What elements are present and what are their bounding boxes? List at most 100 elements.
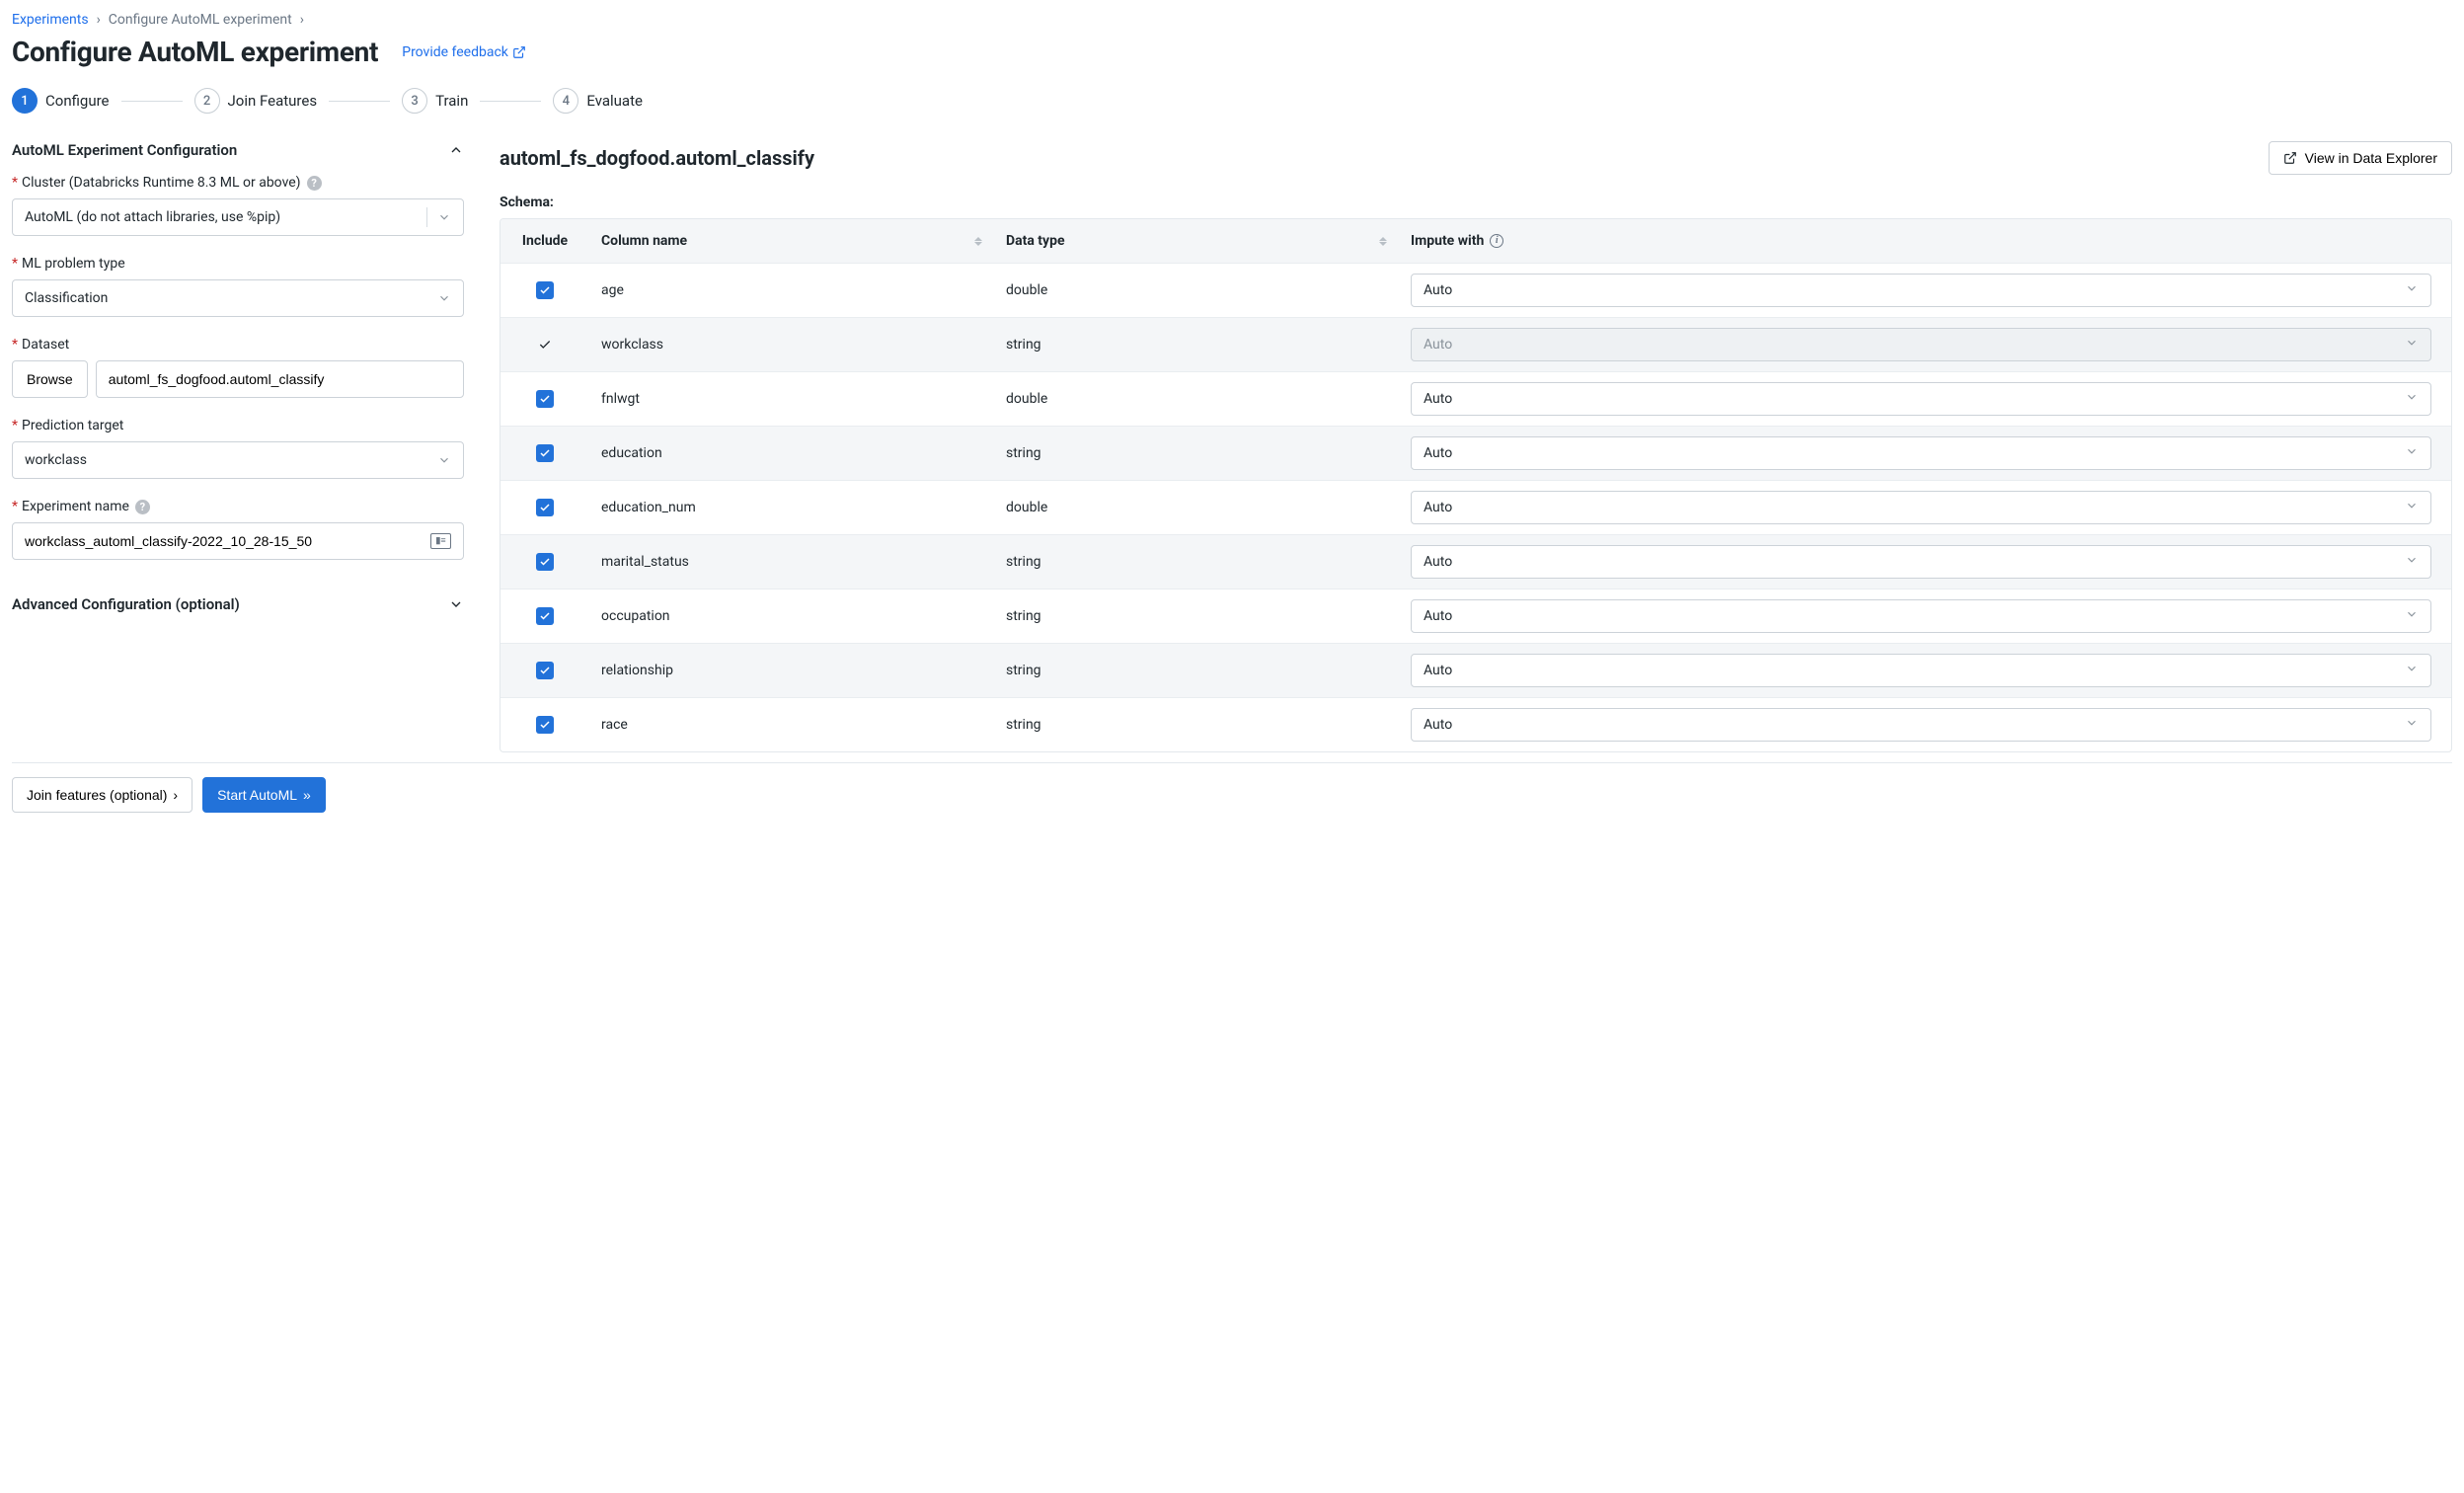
cell-column-name: occupation xyxy=(589,598,994,634)
step-label: Train xyxy=(435,92,468,110)
dataset-label: Dataset xyxy=(22,337,69,353)
cell-column-name: fnlwgt xyxy=(589,381,994,417)
cell-data-type: string xyxy=(994,327,1399,362)
cell-data-type: string xyxy=(994,598,1399,634)
th-data-type[interactable]: Data type xyxy=(994,219,1399,263)
include-checkbox[interactable] xyxy=(536,662,554,679)
browse-button[interactable]: Browse xyxy=(12,360,88,398)
cell-column-name: marital_status xyxy=(589,544,994,580)
cell-impute: Auto xyxy=(1399,644,2451,697)
cell-include xyxy=(500,706,589,744)
dataset-input-text[interactable] xyxy=(109,371,451,387)
breadcrumb-root[interactable]: Experiments xyxy=(12,12,89,28)
impute-value: Auto xyxy=(1424,337,1452,353)
cell-impute: Auto xyxy=(1399,318,2451,371)
advanced-section-header[interactable]: Advanced Configuration (optional) xyxy=(12,595,464,613)
chevron-down-icon xyxy=(437,291,451,305)
chevron-down-icon xyxy=(2405,716,2419,734)
target-value: workclass xyxy=(25,452,87,468)
cell-column-name: education xyxy=(589,435,994,471)
include-checkbox[interactable] xyxy=(536,281,554,299)
step-train[interactable]: 3 Train xyxy=(402,88,468,114)
page-title: Configure AutoML experiment xyxy=(12,36,378,68)
footer: Join features (optional) › Start AutoML … xyxy=(12,762,2452,826)
impute-select[interactable]: Auto xyxy=(1411,545,2431,579)
step-divider xyxy=(121,101,183,102)
step-number: 3 xyxy=(402,88,427,114)
start-automl-button[interactable]: Start AutoML » xyxy=(202,777,326,813)
chevron-down-icon xyxy=(2405,390,2419,408)
chevron-right-icon: › xyxy=(97,12,101,28)
provide-feedback-link[interactable]: Provide feedback xyxy=(402,44,526,60)
title-row: Configure AutoML experiment Provide feed… xyxy=(12,36,2452,68)
table-row: workclassstring Auto xyxy=(500,317,2451,371)
table-row: agedoubleAuto xyxy=(500,263,2451,317)
config-section-header[interactable]: AutoML Experiment Configuration xyxy=(12,141,464,159)
include-checkbox[interactable] xyxy=(536,390,554,408)
include-checkbox[interactable] xyxy=(536,607,554,625)
cell-impute: Auto xyxy=(1399,589,2451,643)
impute-select[interactable]: Auto xyxy=(1411,708,2431,742)
cell-include xyxy=(500,434,589,472)
step-evaluate[interactable]: 4Evaluate xyxy=(553,88,643,114)
step-label: Evaluate xyxy=(586,92,643,110)
chevron-right-icon: › xyxy=(173,787,178,803)
step-configure[interactable]: 1Configure xyxy=(12,88,110,114)
cell-data-type: string xyxy=(994,653,1399,688)
breadcrumb-current: Configure AutoML experiment xyxy=(109,12,292,28)
impute-select[interactable]: Auto xyxy=(1411,599,2431,633)
experiment-name-input[interactable]: ▮≡ xyxy=(12,522,464,560)
impute-select[interactable]: Auto xyxy=(1411,382,2431,416)
impute-value: Auto xyxy=(1424,282,1452,298)
impute-select[interactable]: Auto xyxy=(1411,436,2431,470)
problem-type-select[interactable]: Classification xyxy=(12,279,464,317)
cell-data-type: double xyxy=(994,381,1399,417)
cell-include xyxy=(500,489,589,526)
chevron-down-icon xyxy=(2405,499,2419,516)
cell-data-type: string xyxy=(994,707,1399,743)
help-icon[interactable]: ? xyxy=(135,500,150,514)
cluster-field: *Cluster (Databricks Runtime 8.3 ML or a… xyxy=(12,175,464,236)
id-card-icon: ▮≡ xyxy=(430,533,451,549)
target-label: Prediction target xyxy=(22,418,123,433)
feedback-label: Provide feedback xyxy=(402,44,508,60)
impute-value: Auto xyxy=(1424,663,1452,678)
impute-value: Auto xyxy=(1424,500,1452,515)
cell-impute: Auto xyxy=(1399,481,2451,534)
cell-data-type: double xyxy=(994,273,1399,308)
th-column-name[interactable]: Column name xyxy=(589,219,994,263)
dataset-title: automl_fs_dogfood.automl_classify xyxy=(500,146,814,170)
join-features-button[interactable]: Join features (optional) › xyxy=(12,777,192,813)
cell-data-type: double xyxy=(994,490,1399,525)
cluster-select[interactable]: AutoML (do not attach libraries, use %pi… xyxy=(12,198,464,236)
include-checkbox[interactable] xyxy=(536,444,554,462)
table-row: educationstringAuto xyxy=(500,426,2451,480)
step-join-features[interactable]: 2Join Features xyxy=(194,88,318,114)
impute-select[interactable]: Auto xyxy=(1411,654,2431,687)
table-header-row: Include Column name Data type Impute wit… xyxy=(500,219,2451,263)
left-panel: AutoML Experiment Configuration *Cluster… xyxy=(12,141,464,629)
chevron-down-icon xyxy=(2405,444,2419,462)
help-icon[interactable]: ? xyxy=(307,176,322,191)
impute-select[interactable]: Auto xyxy=(1411,491,2431,524)
experiment-name-text[interactable] xyxy=(25,533,430,549)
target-checkmark-icon xyxy=(536,336,554,354)
chevron-up-icon xyxy=(448,142,464,158)
right-panel: automl_fs_dogfood.automl_classify View i… xyxy=(500,141,2452,752)
table-row: fnlwgtdouble Auto xyxy=(500,371,2451,426)
table-body: agedoubleAutoworkclassstringAutofnlwgtdo… xyxy=(500,263,2451,751)
include-checkbox[interactable] xyxy=(536,553,554,571)
table-row: racestringAuto xyxy=(500,697,2451,751)
info-icon[interactable]: i xyxy=(1490,234,1503,248)
chevron-down-icon xyxy=(2405,607,2419,625)
include-checkbox[interactable] xyxy=(536,499,554,516)
dataset-input[interactable] xyxy=(96,360,464,398)
chevron-down-icon xyxy=(2405,336,2419,354)
impute-select[interactable]: Auto xyxy=(1411,274,2431,307)
target-select[interactable]: workclass xyxy=(12,441,464,479)
experiment-name-label: Experiment name xyxy=(22,499,129,514)
cell-column-name: workclass xyxy=(589,327,994,362)
include-checkbox[interactable] xyxy=(536,716,554,734)
view-data-explorer-button[interactable]: View in Data Explorer xyxy=(2269,141,2452,175)
cluster-label: Cluster (Databricks Runtime 8.3 ML or ab… xyxy=(22,175,301,191)
